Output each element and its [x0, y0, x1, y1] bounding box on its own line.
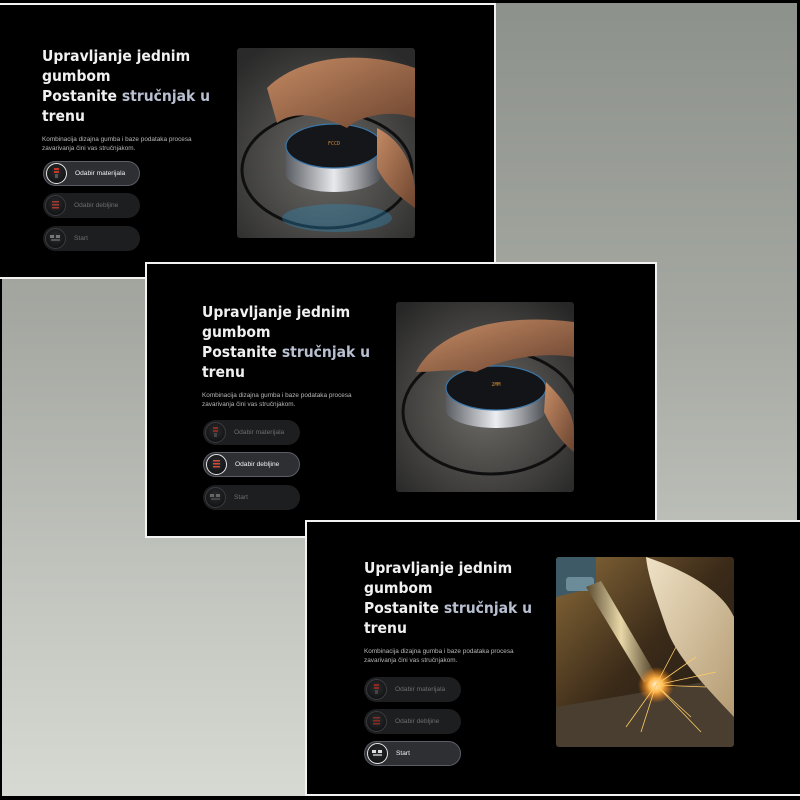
thickness-icon — [45, 195, 66, 216]
title-line: Upravljanje jednim — [364, 559, 513, 577]
start-icon — [45, 228, 66, 249]
title-line: gumbom — [202, 323, 271, 341]
thickness-select-button[interactable]: Odabir debljine — [43, 193, 140, 218]
button-label: Odabir materijala — [234, 429, 285, 436]
welding-photo — [556, 557, 734, 747]
title-line: Postanite stručnjak u — [42, 86, 212, 106]
button-label: Odabir debljine — [235, 461, 280, 468]
title-line: Postanite stručnjak u — [364, 598, 534, 618]
title-line: gumbom — [42, 67, 111, 85]
material-select-button[interactable]: Odabir materijala — [43, 161, 140, 186]
start-button[interactable]: Start — [203, 485, 300, 510]
knob-photo: 2MM — [396, 302, 574, 492]
title-accent-text: stručnjak u — [121, 87, 211, 105]
slide-title: Upravljanje jednim gumbom Postanite stru… — [202, 302, 372, 382]
screen-bezel-bottom — [0, 796, 800, 800]
start-button[interactable]: Start — [364, 741, 461, 766]
slide-title: Upravljanje jednim gumbom Postanite stru… — [42, 46, 212, 126]
button-label: Odabir debljine — [395, 718, 440, 725]
button-label: Odabir debljine — [74, 202, 119, 209]
slide-description: Kombinacija dizajna gumba i baze podatak… — [202, 392, 352, 408]
button-label: Odabir materijala — [75, 170, 126, 177]
button-label: Start — [396, 750, 410, 757]
title-line: trenu — [42, 107, 85, 125]
material-icon — [366, 679, 387, 700]
material-select-button[interactable]: Odabir materijala — [364, 677, 461, 702]
title-text: Postanite — [202, 343, 282, 361]
button-label: Start — [234, 494, 248, 501]
thickness-icon — [366, 711, 387, 732]
title-accent-text: stručnjak u — [443, 599, 533, 617]
button-label: Start — [74, 235, 88, 242]
slide-panel-material: Upravljanje jednim gumbom Postanite stru… — [0, 3, 496, 279]
slide-description: Kombinacija dizajna gumba i baze podatak… — [42, 136, 192, 152]
slide-description: Kombinacija dizajna gumba i baze podatak… — [364, 648, 514, 664]
start-icon — [367, 743, 388, 764]
title-line: Upravljanje jednim — [42, 47, 191, 65]
knob-photo: FCCD — [237, 48, 415, 238]
title-accent-text: stručnjak u — [281, 343, 371, 361]
title-line: trenu — [202, 363, 245, 381]
title-line: gumbom — [364, 579, 433, 597]
material-select-button[interactable]: Odabir materijala — [203, 420, 300, 445]
svg-text:FCCD: FCCD — [328, 141, 340, 147]
title-text: Postanite — [364, 599, 444, 617]
button-label: Odabir materijala — [395, 686, 446, 693]
slide-panel-thickness: Upravljanje jednim gumbom Postanite stru… — [145, 262, 657, 538]
thickness-icon — [206, 454, 227, 475]
title-line: Postanite stručnjak u — [202, 342, 372, 362]
svg-text:2MM: 2MM — [491, 382, 500, 388]
slide-title: Upravljanje jednim gumbom Postanite stru… — [364, 558, 534, 638]
thickness-select-button[interactable]: Odabir debljine — [203, 452, 300, 477]
material-icon — [205, 422, 226, 443]
material-icon — [46, 163, 67, 184]
title-line: trenu — [364, 619, 407, 637]
start-button[interactable]: Start — [43, 226, 140, 251]
thickness-select-button[interactable]: Odabir debljine — [364, 709, 461, 734]
slide-panel-start: Upravljanje jednim gumbom Postanite stru… — [305, 520, 800, 796]
start-icon — [205, 487, 226, 508]
title-text: Postanite — [42, 87, 122, 105]
title-line: Upravljanje jednim — [202, 303, 351, 321]
